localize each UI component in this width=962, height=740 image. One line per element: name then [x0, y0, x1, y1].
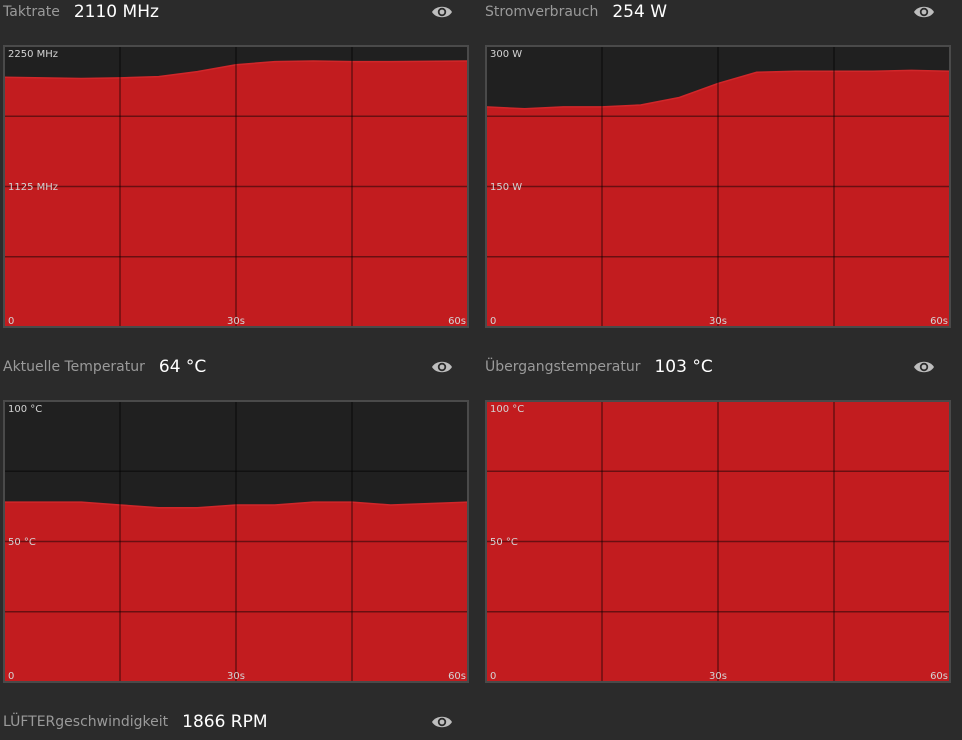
y-tick-label: 0 [8, 316, 14, 327]
clock-chart: 2250 MHz 1125 MHz 0 30s 60s [3, 45, 469, 328]
y-tick-label: 100 °C [8, 404, 42, 415]
y-tick-label: 0 [490, 316, 496, 327]
power-chart-plot: 300 W 150 W 0 30s 60s [485, 45, 951, 328]
power-label: Stromverbrauch [485, 4, 599, 20]
eye-icon[interactable] [430, 710, 454, 734]
x-tick-label: 30s [709, 671, 727, 682]
clock-chart-plot: 2250 MHz 1125 MHz 0 30s 60s [3, 45, 469, 328]
eye-icon[interactable] [912, 355, 936, 379]
temp-chart-plot: 100 °C 50 °C 0 30s 60s [3, 400, 469, 683]
junction-chart: 100 °C 50 °C 0 30s 60s [485, 400, 951, 683]
temp-chart: 100 °C 50 °C 0 30s 60s [3, 400, 469, 683]
y-tick-label: 1125 MHz [8, 182, 58, 193]
panel-header-temp: Aktuelle Temperatur 64 °C [3, 355, 206, 379]
eye-icon[interactable] [430, 355, 454, 379]
clock-value: 2110 MHz [73, 2, 159, 22]
x-tick-label: 60s [448, 316, 466, 327]
y-tick-label: 150 W [490, 182, 522, 193]
y-tick-label: 50 °C [8, 537, 36, 548]
temp-value: 64 °C [158, 357, 207, 377]
fan-value: 1866 RPM [182, 712, 268, 732]
y-tick-label: 100 °C [490, 404, 524, 415]
junction-value: 103 °C [654, 357, 713, 377]
clock-label: Taktrate [3, 4, 60, 20]
panel-header-junction: Übergangstemperatur 103 °C [485, 355, 713, 379]
y-tick-label: 2250 MHz [8, 49, 58, 60]
y-tick-label: 50 °C [490, 537, 518, 548]
power-value: 254 W [612, 2, 668, 22]
y-tick-label: 0 [8, 671, 14, 682]
x-tick-label: 30s [227, 316, 245, 327]
panel-header-power: Stromverbrauch 254 W [485, 0, 667, 24]
temp-label: Aktuelle Temperatur [3, 359, 145, 375]
power-chart: 300 W 150 W 0 30s 60s [485, 45, 951, 328]
y-tick-label: 0 [490, 671, 496, 682]
junction-chart-plot: 100 °C 50 °C 0 30s 60s [485, 400, 951, 683]
x-tick-label: 30s [227, 671, 245, 682]
junction-label: Übergangstemperatur [485, 359, 641, 375]
x-tick-label: 60s [930, 671, 948, 682]
x-tick-label: 60s [448, 671, 466, 682]
panel-header-clock: Taktrate 2110 MHz [3, 0, 159, 24]
panel-header-fan: LÜFTERgeschwindigkeit 1866 RPM [3, 710, 268, 734]
x-tick-label: 30s [709, 316, 727, 327]
eye-icon[interactable] [430, 0, 454, 24]
fan-label: LÜFTERgeschwindigkeit [3, 714, 169, 730]
eye-icon[interactable] [912, 0, 936, 24]
x-tick-label: 60s [930, 316, 948, 327]
y-tick-label: 300 W [490, 49, 522, 60]
